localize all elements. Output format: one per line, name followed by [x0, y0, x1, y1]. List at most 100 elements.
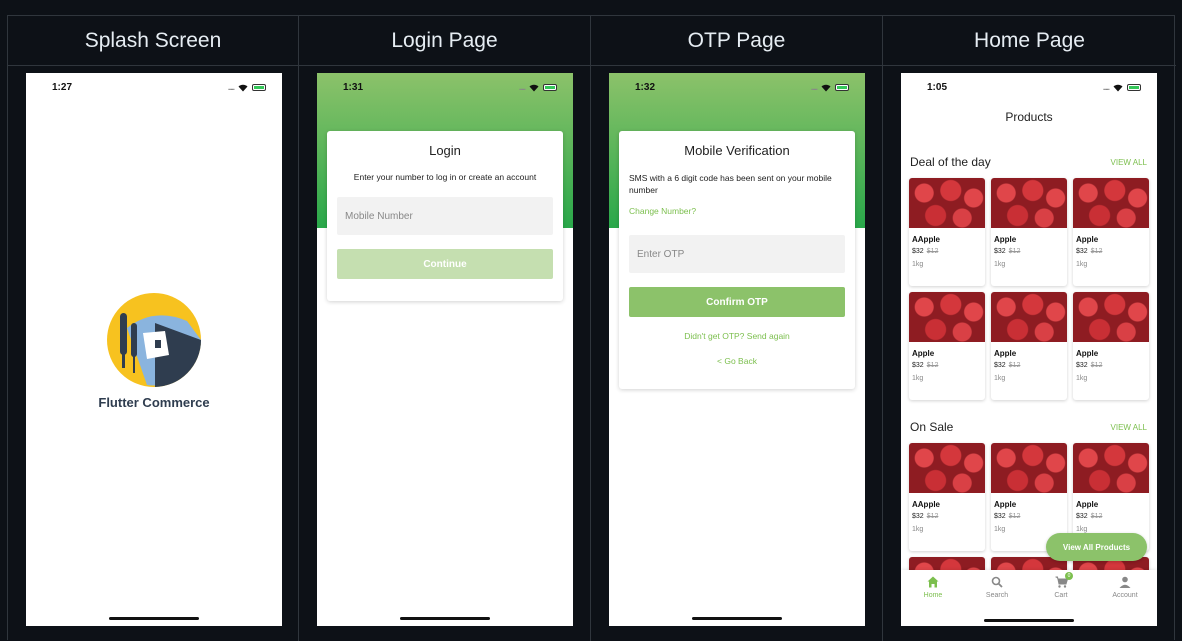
product-name: Apple: [994, 235, 1017, 244]
product-image: [1073, 178, 1149, 228]
product-image: [991, 443, 1067, 493]
product-name: AApple: [912, 235, 940, 244]
signal-icon: .....: [518, 83, 526, 92]
product-price: $32 $12: [912, 513, 939, 520]
login-column: Login Page 1:31 ..... Login Enter your n…: [299, 16, 591, 641]
sale-view-all-link[interactable]: VIEW ALL: [1111, 423, 1147, 432]
resend-otp-link[interactable]: Didn't get OTP? Send again: [619, 331, 855, 341]
product-unit: 1kg: [912, 375, 924, 382]
confirm-otp-button[interactable]: Confirm OTP: [629, 287, 845, 317]
deal-products-grid: AApple $32 $12 1kg Apple $32 $12 1kg Apple $32 $…: [909, 178, 1151, 400]
product-card[interactable]: Apple $32 $12 1kg: [909, 292, 985, 400]
otp-message: SMS with a 6 digit code has been sent on…: [629, 173, 832, 195]
view-all-products-button[interactable]: View All Products: [1046, 533, 1147, 561]
logo-text: Flutter Commerce: [98, 395, 210, 410]
product-card[interactable]: AApple $32 $12 1kg: [909, 443, 985, 551]
product-image: [909, 178, 985, 228]
product-unit: 1kg: [1076, 261, 1088, 268]
sale-section-header: On Sale VIEW ALL: [910, 420, 1147, 434]
status-bar: 1:32 .....: [609, 81, 865, 95]
wifi-icon: [529, 84, 539, 91]
product-card[interactable]: Apple $32 $12 1kg: [1073, 292, 1149, 400]
change-number-link[interactable]: Change Number?: [629, 206, 845, 216]
splash-phone: 1:27 ..... Flutter Commerce: [26, 73, 282, 626]
column-header: OTP Page: [591, 16, 882, 66]
otp-input[interactable]: Enter OTP: [629, 235, 845, 273]
product-card[interactable]: Apple $32 $12 1kg: [991, 292, 1067, 400]
otp-title: Mobile Verification: [684, 143, 790, 158]
otp-phone: 1:32 ..... Mobile Verification SMS with …: [609, 73, 865, 626]
product-price: $32 $12: [912, 248, 939, 255]
product-price: $32 $12: [1076, 362, 1103, 369]
nav-label: Search: [985, 592, 1009, 599]
deal-section-header: Deal of the day VIEW ALL: [910, 155, 1147, 169]
wifi-icon: [821, 84, 831, 91]
product-price: $32 $12: [994, 362, 1021, 369]
nav-search[interactable]: Search: [977, 575, 1017, 599]
column-header: Splash Screen: [8, 16, 298, 66]
continue-button[interactable]: Continue: [337, 249, 553, 279]
product-name: Apple: [1076, 349, 1099, 358]
product-image: [909, 443, 985, 493]
signal-icon: .....: [810, 83, 818, 92]
product-unit: 1kg: [994, 375, 1006, 382]
battery-icon: [252, 84, 266, 91]
product-card[interactable]: Apple $32 $12 1kg: [991, 178, 1067, 286]
battery-icon: [543, 84, 557, 91]
product-image: [909, 292, 985, 342]
home-indicator: [400, 617, 490, 620]
product-unit: 1kg: [1076, 526, 1088, 533]
home-column: Home Page 1:05 ..... Products Deal of th…: [883, 16, 1176, 641]
product-price: $32 $12: [1076, 248, 1103, 255]
product-image: [1073, 443, 1149, 493]
nav-cart[interactable]: 0 Cart: [1041, 572, 1081, 599]
sale-section-title: On Sale: [910, 420, 954, 434]
product-image: [991, 292, 1067, 342]
product-unit: 1kg: [994, 261, 1006, 268]
product-price: $32 $12: [912, 362, 939, 369]
product-image: [991, 178, 1067, 228]
product-name: Apple: [994, 500, 1017, 509]
flutter-commerce-logo: [107, 293, 201, 387]
status-time: 1:27: [52, 82, 73, 93]
battery-icon: [835, 84, 849, 91]
product-price: $32 $12: [994, 248, 1021, 255]
otp-card: Mobile Verification SMS with a 6 digit c…: [619, 131, 855, 389]
status-time: 1:32: [635, 82, 656, 93]
home-indicator: [984, 619, 1074, 622]
product-card[interactable]: AApple $32 $12 1kg: [909, 178, 985, 286]
login-card: Login Enter your number to log in or cre…: [327, 131, 563, 301]
nav-home[interactable]: Home: [913, 575, 953, 599]
product-unit: 1kg: [994, 526, 1006, 533]
wifi-icon: [1113, 84, 1123, 91]
status-bar: 1:05 .....: [901, 81, 1157, 95]
page-title: Products: [1005, 110, 1053, 124]
product-name: Apple: [1076, 235, 1099, 244]
product-card[interactable]: Apple $32 $12 1kg: [1073, 178, 1149, 286]
login-subtitle: Enter your number to log in or create an…: [353, 172, 537, 182]
status-time: 1:31: [343, 82, 364, 93]
nav-label: Home: [923, 592, 943, 599]
nav-label: Account: [1112, 592, 1138, 599]
deal-section-title: Deal of the day: [910, 155, 991, 169]
product-name: Apple: [1076, 500, 1099, 509]
signal-icon: .....: [227, 83, 235, 92]
home-indicator: [692, 617, 782, 620]
cart-badge: 0: [1065, 572, 1073, 580]
go-back-link[interactable]: < Go Back: [619, 356, 855, 366]
product-name: AApple: [912, 500, 940, 509]
mobile-number-input[interactable]: Mobile Number: [337, 197, 553, 235]
nav-label: Cart: [1054, 592, 1068, 599]
product-name: Apple: [912, 349, 935, 358]
wifi-icon: [238, 84, 248, 91]
account-icon: [1119, 576, 1131, 588]
search-icon: [991, 576, 1003, 588]
status-time: 1:05: [927, 82, 948, 93]
nav-account[interactable]: Account: [1105, 575, 1145, 599]
column-header: Login Page: [299, 16, 590, 66]
product-name: Apple: [994, 349, 1017, 358]
deal-view-all-link[interactable]: VIEW ALL: [1111, 158, 1147, 167]
product-price: $32 $12: [994, 513, 1021, 520]
product-unit: 1kg: [912, 526, 924, 533]
showcase-grid: Splash Screen 1:27 ..... Flutter Commerc…: [7, 15, 1176, 641]
